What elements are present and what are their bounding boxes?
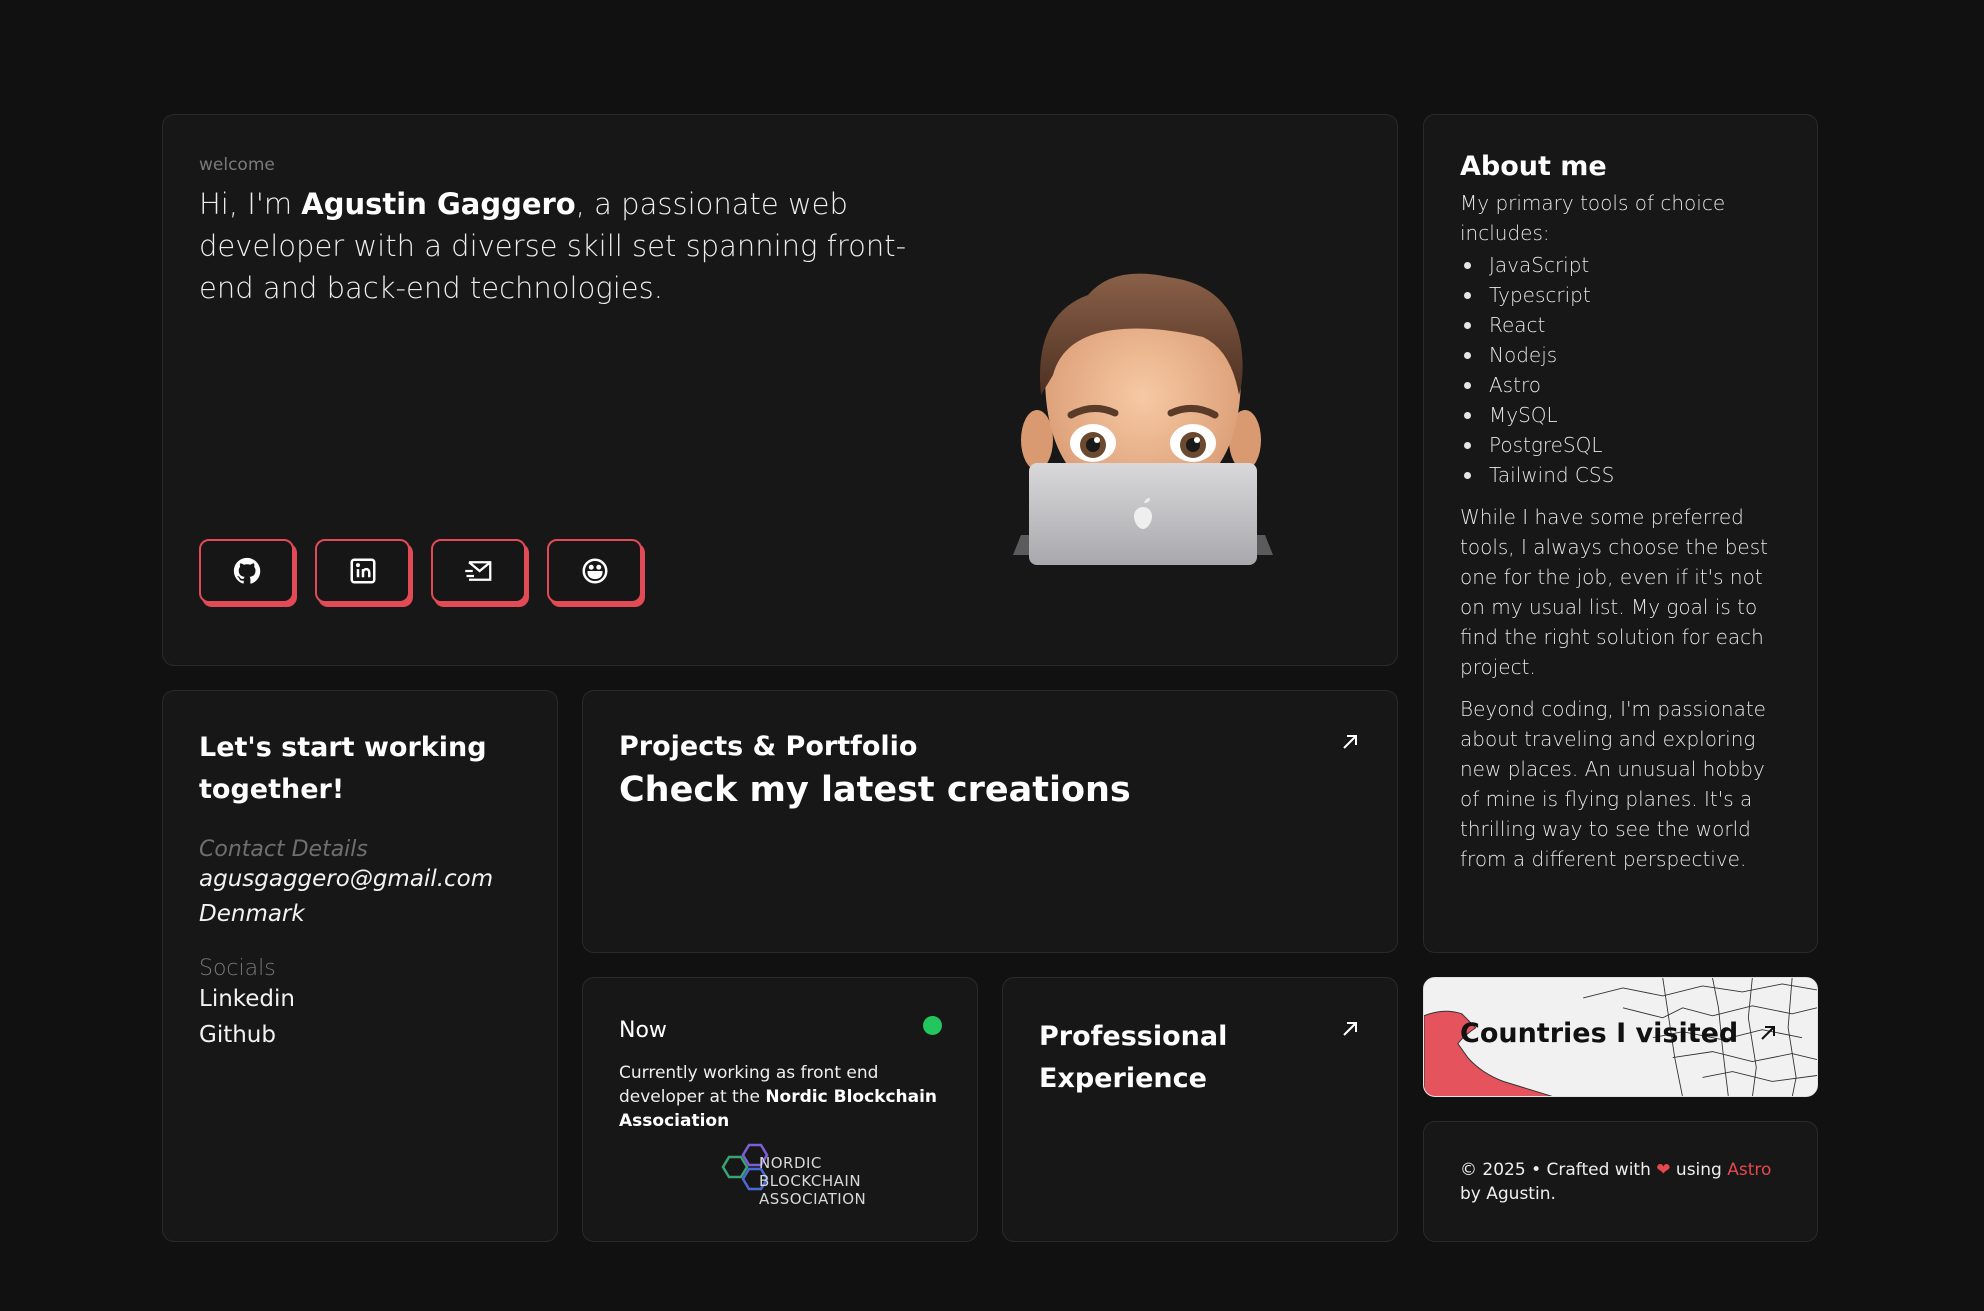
now-card: Now Currently working as front end devel… <box>582 977 978 1242</box>
tool-item: Typescript <box>1460 280 1781 310</box>
about-paragraph-2: Beyond coding, I'm passionate about trav… <box>1460 697 1766 871</box>
logo-line: BLOCKCHAIN <box>759 1172 862 1190</box>
tool-item: MySQL <box>1460 400 1781 430</box>
hero-card: welcome Hi, I'm Agustin Gaggero, a passi… <box>162 114 1398 666</box>
arrow-up-right-icon <box>1343 735 1357 749</box>
smiley-icon <box>582 558 607 584</box>
tools-list: JavaScript Typescript React Nodejs Astro… <box>1460 250 1781 490</box>
intro-prefix: Hi, I'm <box>199 187 302 221</box>
heart-icon: ❤ <box>1656 1160 1671 1180</box>
countries-card[interactable]: Countries I visited <box>1423 977 1818 1097</box>
email-button[interactable] <box>431 539 526 603</box>
contact-email[interactable]: agusgaggero@gmail.com <box>199 862 521 897</box>
status-dot <box>923 1016 942 1035</box>
now-description: Currently working as front end developer… <box>619 1061 941 1133</box>
footer-card: © 2025 • Crafted with ❤ using Astro by A… <box>1423 1121 1818 1242</box>
arrow-up-right-icon <box>1343 1022 1357 1036</box>
experience-title: Professional Experience <box>1039 1021 1228 1094</box>
countries-title: Countries I visited <box>1460 1018 1739 1049</box>
contact-country: Denmark <box>199 901 305 927</box>
now-title: Now <box>619 1018 667 1043</box>
memoji-avatar <box>1013 273 1273 565</box>
tool-item: JavaScript <box>1460 250 1781 280</box>
linkedin-button[interactable] <box>315 539 410 603</box>
footer-middle: using <box>1670 1160 1728 1180</box>
astro-link[interactable]: Astro <box>1727 1160 1771 1180</box>
logo-line: ASSOCIATION <box>759 1190 867 1208</box>
tool-item: Astro <box>1460 370 1781 400</box>
fun-button[interactable] <box>547 539 642 603</box>
arrow-up-right-icon <box>1761 1026 1775 1040</box>
welcome-label: welcome <box>199 155 275 175</box>
github-link[interactable]: Github <box>199 1017 521 1053</box>
contact-card: Let's start working together! Contact De… <box>162 690 558 1242</box>
projects-subtitle: Projects & Portfolio <box>619 731 918 762</box>
tool-item: Tailwind CSS <box>1460 460 1781 490</box>
footer-prefix: © 2025 • Crafted with <box>1460 1160 1657 1180</box>
socials-label: Socials <box>199 956 276 981</box>
tool-item: PostgreSQL <box>1460 430 1781 460</box>
about-card: About me My primary tools of choice incl… <box>1423 114 1818 953</box>
about-paragraph-1: While I have some preferred tools, I alw… <box>1460 505 1768 679</box>
tool-item: Nodejs <box>1460 340 1781 370</box>
mail-icon <box>464 561 491 581</box>
tools-intro: My primary tools of choice includes: <box>1460 191 1726 245</box>
projects-title: Check my latest creations <box>619 770 1131 810</box>
contact-title: Let's start working together! <box>199 732 487 805</box>
logo-line: NORDIC <box>759 1154 822 1172</box>
footer-suffix: by Agustin. <box>1460 1184 1556 1204</box>
github-button[interactable] <box>199 539 294 603</box>
footer-text: © 2025 • Crafted with ❤ using Astro by A… <box>1460 1158 1781 1206</box>
nordic-logo-text: NORDIC BLOCKCHAIN ASSOCIATION <box>759 1154 866 1208</box>
projects-card[interactable]: Projects & Portfolio Check my latest cre… <box>582 690 1398 953</box>
experience-card[interactable]: Professional Experience <box>1002 977 1398 1242</box>
linkedin-icon <box>350 558 375 584</box>
tool-item: React <box>1460 310 1781 340</box>
linkedin-link[interactable]: Linkedin <box>199 981 521 1017</box>
about-title: About me <box>1460 151 1607 182</box>
author-name: Agustin Gaggero <box>301 187 576 221</box>
intro-text: Hi, I'm Agustin Gaggero, a passionate we… <box>199 183 919 309</box>
contact-details-label: Contact Details <box>199 837 368 862</box>
social-buttons <box>199 539 642 603</box>
github-icon <box>233 557 260 584</box>
